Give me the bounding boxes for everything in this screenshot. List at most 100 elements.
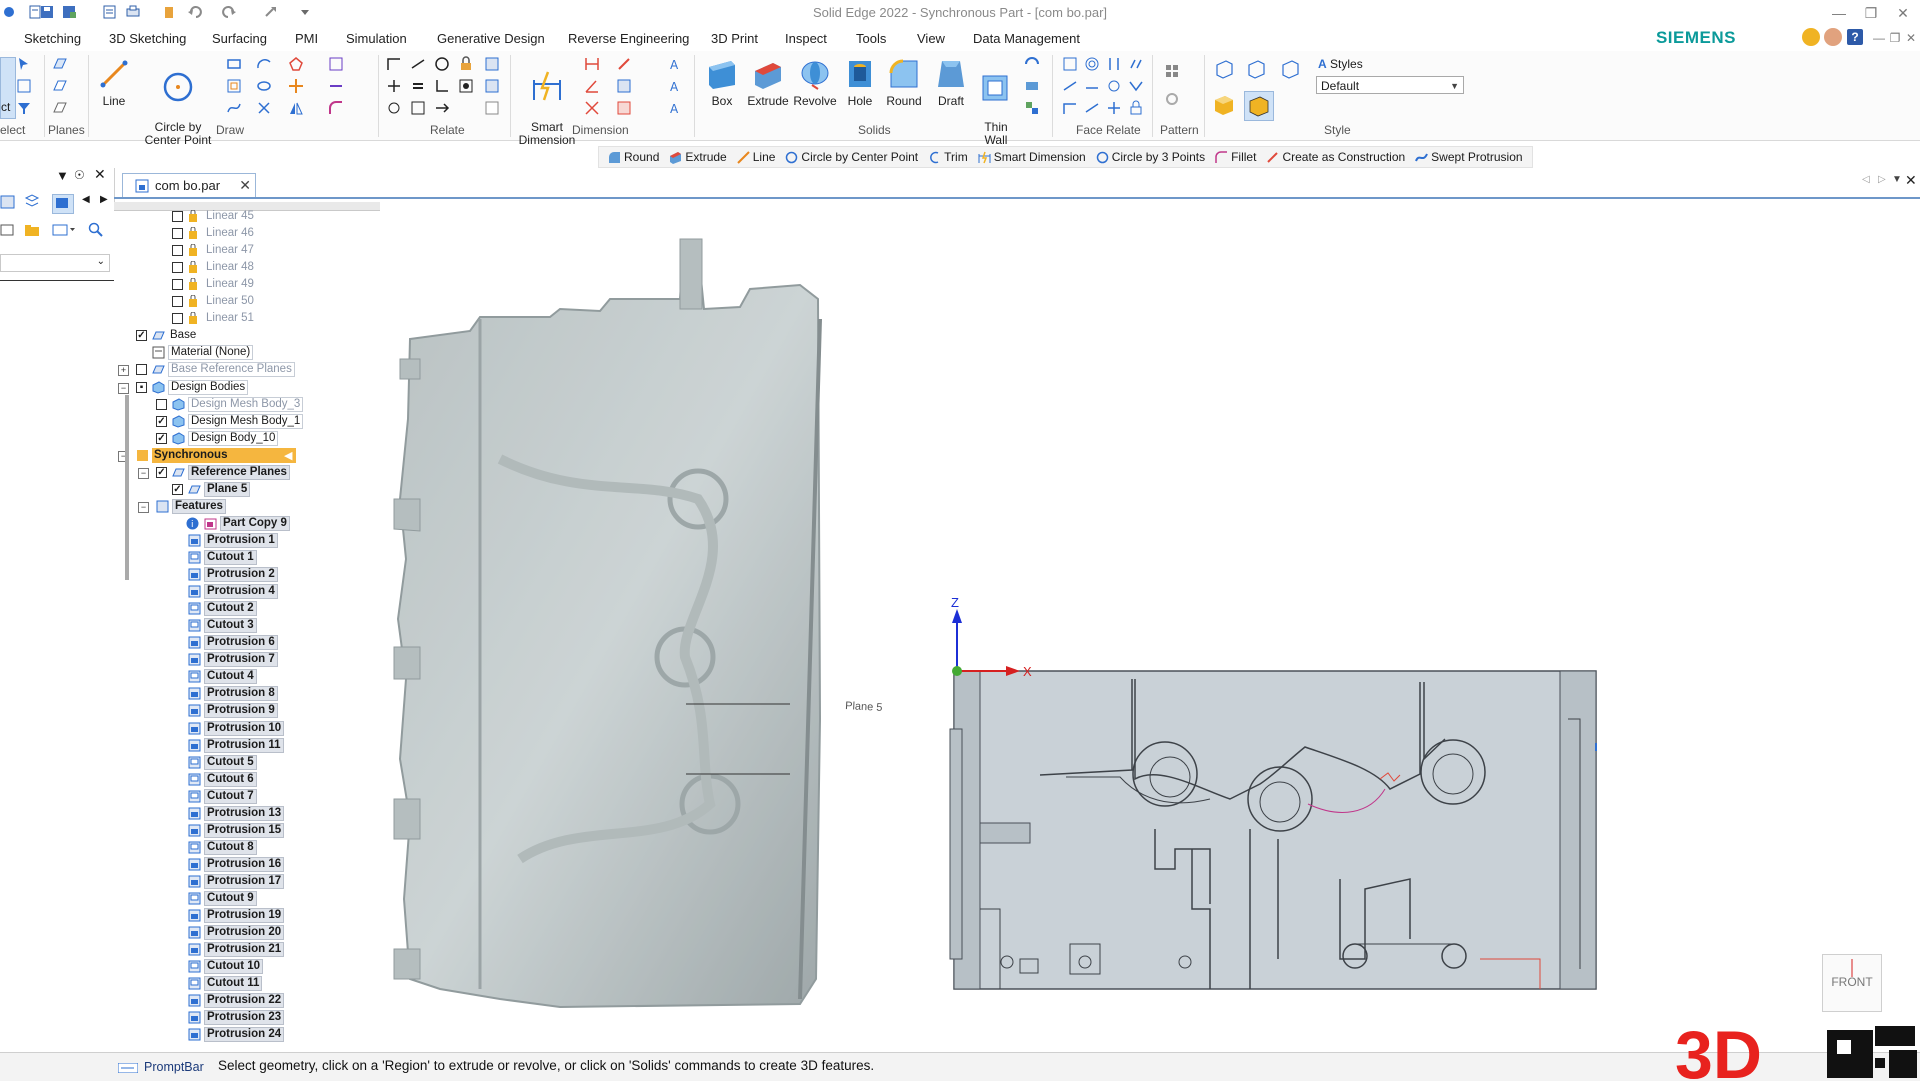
- visibility-checkbox[interactable]: ✓: [136, 330, 147, 341]
- thin-wall-button[interactable]: Thin Wall: [976, 57, 1016, 147]
- visibility-checkbox[interactable]: [172, 262, 183, 273]
- face-coplanar-icon[interactable]: [1062, 56, 1078, 72]
- restore-button[interactable]: ❐: [1858, 3, 1884, 23]
- tree-item-plane[interactable]: ✓ Plane 5: [114, 482, 380, 497]
- doc-list-icon[interactable]: ▼: [1892, 174, 1902, 185]
- cmd-fillet[interactable]: Fillet: [1210, 150, 1261, 164]
- coincident-plane-icon[interactable]: [52, 56, 68, 72]
- tree-item-feature[interactable]: Cutout 5: [114, 755, 380, 770]
- face-aligned-icon[interactable]: [1106, 78, 1122, 94]
- cmd-trim[interactable]: Trim: [923, 150, 973, 164]
- face-offset-icon[interactable]: [1084, 100, 1100, 116]
- tree-item-feature[interactable]: Protrusion 8: [114, 686, 380, 701]
- tree-item-feature[interactable]: Protrusion 7: [114, 652, 380, 667]
- rigid-set-icon[interactable]: [458, 78, 474, 94]
- shaded-icon[interactable]: [1212, 93, 1236, 117]
- concentric-icon[interactable]: [434, 56, 450, 72]
- view-cube[interactable]: FRONT: [1822, 954, 1882, 1012]
- relation-handles-icon[interactable]: [484, 56, 500, 72]
- visibility-checkbox[interactable]: [172, 313, 183, 324]
- tree-item-feature[interactable]: Cutout 2: [114, 601, 380, 616]
- thicken-icon[interactable]: [1024, 78, 1040, 94]
- lock-icon[interactable]: [458, 56, 474, 72]
- document-tab[interactable]: com bo.par ✕: [122, 173, 256, 198]
- relationship-assistant-icon[interactable]: [484, 100, 500, 116]
- doc-scroll-left-icon[interactable]: ◁: [1862, 174, 1870, 185]
- box-button[interactable]: Box: [702, 57, 742, 108]
- distance-between-icon[interactable]: [584, 56, 600, 72]
- polygon-icon[interactable]: [288, 56, 304, 72]
- coordinate-dimension-icon[interactable]: [584, 100, 600, 116]
- revolve-button[interactable]: Revolve: [792, 57, 838, 108]
- tree-item-feature[interactable]: Protrusion 9: [114, 703, 380, 718]
- visibility-checkbox[interactable]: [172, 279, 183, 290]
- tree-item-feature[interactable]: Protrusion 10: [114, 721, 380, 736]
- tab-surfacing[interactable]: Surfacing: [212, 29, 267, 49]
- tree-item-linear[interactable]: Linear 46: [114, 226, 380, 241]
- draft-button[interactable]: Draft: [932, 57, 970, 108]
- visibility-checkbox[interactable]: [156, 399, 167, 410]
- face-perpendicular-icon[interactable]: [1062, 78, 1078, 94]
- angle-between-icon[interactable]: [584, 78, 600, 94]
- symmetric-icon[interactable]: [386, 100, 402, 116]
- face-symmetric-icon[interactable]: [1106, 56, 1122, 72]
- maintain-relationships-icon[interactable]: [484, 78, 500, 94]
- extrude-button[interactable]: Extrude: [746, 57, 790, 108]
- tree-item-design-bodies[interactable]: − ▪ Design Bodies: [114, 380, 380, 395]
- tree-item-linear[interactable]: Linear 50: [114, 294, 380, 309]
- tree-item-feature[interactable]: Protrusion 17: [114, 874, 380, 889]
- text-tool-icon[interactable]: A: [668, 100, 684, 116]
- line-button[interactable]: Line: [96, 57, 132, 108]
- symmetric-diameter-icon[interactable]: [616, 56, 632, 72]
- face-horizontal-icon[interactable]: [1106, 100, 1122, 116]
- select-button[interactable]: ct: [0, 57, 16, 119]
- tree-item-feature[interactable]: Protrusion 13: [114, 806, 380, 821]
- smile-icon[interactable]: [1802, 28, 1820, 46]
- tree-item-design-body[interactable]: ✓ Design Body_10: [114, 431, 380, 446]
- doc-scroll-right-icon[interactable]: ▷: [1878, 174, 1886, 185]
- visibility-checkbox[interactable]: ✓: [172, 484, 183, 495]
- tree-item-feature[interactable]: Protrusion 4: [114, 584, 380, 599]
- tree-item-feature[interactable]: Protrusion 21: [114, 942, 380, 957]
- tab-3d-sketching[interactable]: 3D Sketching: [109, 29, 186, 49]
- pathfinder-tab-icon[interactable]: [0, 194, 16, 210]
- tree-item-linear[interactable]: Linear 48: [114, 260, 380, 275]
- tree-scrollbar[interactable]: [125, 395, 129, 580]
- circle-by-center-point-button[interactable]: Circle by Center Point: [138, 57, 218, 147]
- tree-item-base-reference-planes[interactable]: + Base Reference Planes: [114, 362, 380, 377]
- cmd-circle-by-center-point[interactable]: Circle by Center Point: [780, 150, 923, 164]
- tree-item-feature[interactable]: Cutout 10: [114, 959, 380, 974]
- prompt-bar-tab[interactable]: PromptBar: [117, 1057, 204, 1077]
- trimetric-view-icon[interactable]: [1280, 59, 1300, 79]
- tree-item-base[interactable]: ✓ Base: [114, 328, 380, 343]
- cmd-circle-by-3-points[interactable]: Circle by 3 Points: [1091, 150, 1210, 164]
- round-button[interactable]: Round: [882, 57, 926, 108]
- arc-icon[interactable]: [256, 56, 272, 72]
- tab-data-management[interactable]: Data Management: [973, 29, 1080, 49]
- rectangle-icon[interactable]: [226, 56, 242, 72]
- text-style-icon[interactable]: A: [668, 78, 684, 94]
- smart-dimension-button[interactable]: Smart Dimension: [516, 57, 578, 147]
- pin-icon[interactable]: ☉: [74, 168, 85, 182]
- circular-pattern-icon[interactable]: [1164, 91, 1180, 107]
- tree-item-linear[interactable]: Linear 51: [114, 311, 380, 326]
- layers-tab-icon[interactable]: [24, 194, 40, 210]
- offset-icon[interactable]: [226, 78, 242, 94]
- dimension-table-icon[interactable]: [616, 100, 632, 116]
- tree-item-design-body[interactable]: ✓ Design Mesh Body_1: [114, 414, 380, 429]
- tab-prev-icon[interactable]: ◀: [82, 194, 90, 205]
- visibility-checkbox[interactable]: ✓: [156, 416, 167, 427]
- connect-icon[interactable]: [386, 56, 402, 72]
- face-lock-icon[interactable]: [1128, 100, 1144, 116]
- tree-item-feature[interactable]: Protrusion 11: [114, 738, 380, 753]
- tab-inspect[interactable]: Inspect: [785, 29, 827, 49]
- tab-generative-design[interactable]: Generative Design: [437, 29, 545, 49]
- tree-item-feature[interactable]: Protrusion 24: [114, 1027, 380, 1042]
- trim-icon[interactable]: [328, 56, 344, 72]
- tree-item-synchronous[interactable]: − Synchronous ◀: [114, 448, 380, 463]
- filter-icon[interactable]: [0, 222, 16, 238]
- face-parallel-icon[interactable]: [1128, 56, 1144, 72]
- tree-item-feature[interactable]: Protrusion 6: [114, 635, 380, 650]
- help-icon[interactable]: ?: [1847, 29, 1863, 45]
- collapse-icon[interactable]: −: [118, 383, 129, 394]
